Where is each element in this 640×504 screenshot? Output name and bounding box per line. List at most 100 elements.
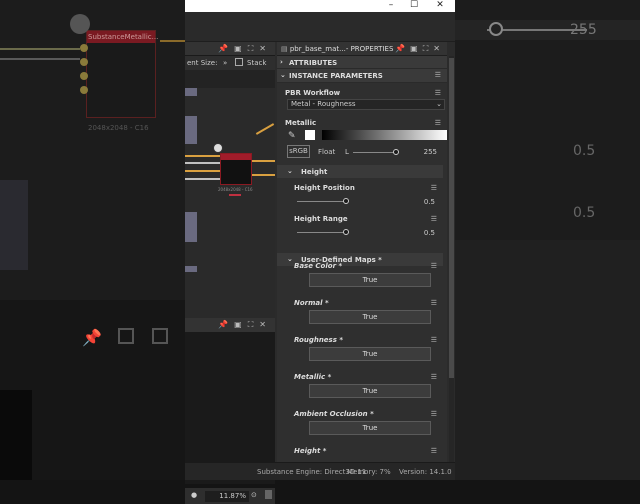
chevron-right-icon: › [280, 58, 283, 66]
color-swatch[interactable] [305, 130, 315, 140]
panel-controls-icon[interactable]: 📌▣⛶✕ [218, 320, 272, 330]
version-status: Version: 14.1.0 [399, 468, 452, 476]
graph-panel-header: 📌▣⛶✕ [185, 42, 275, 56]
height-range-label: Height Range [294, 215, 348, 223]
stack-icon[interactable] [235, 58, 243, 66]
memory-status: Memory: 7% [347, 468, 391, 476]
bg-wire [0, 58, 80, 60]
graph-wire [185, 170, 221, 172]
metallic-slider-track[interactable] [353, 152, 398, 153]
section-title: Height [301, 168, 328, 176]
properties-scrollbar[interactable] [449, 56, 454, 462]
graph-node[interactable] [185, 88, 197, 96]
l-label: L [345, 148, 349, 156]
zoom-field[interactable]: 11.87% [205, 491, 249, 502]
param-menu-icon[interactable]: ☰ [435, 89, 441, 97]
map-item: Ambient Occlusion * ☰ True [277, 410, 443, 447]
user-maps-list: Base Color * ☰ True Normal * ☰ True Roug… [277, 256, 443, 462]
bg-connector [80, 86, 88, 94]
param-menu-icon[interactable]: ☰ [431, 184, 437, 192]
stack-label[interactable]: Stack [247, 59, 266, 67]
metallic-slider-knob[interactable] [393, 149, 399, 155]
param-menu-icon[interactable]: ☰ [431, 410, 437, 418]
bg-node-label: SubstanceMetallic... [88, 33, 159, 41]
properties-header: ▤ pbr_base_mat...- PROPERTIES 📌▣⛶✕ [277, 42, 447, 56]
bg-lower [455, 240, 640, 480]
bg-connector [80, 58, 88, 66]
map-toggle-button[interactable]: True [309, 310, 431, 324]
eyedropper-icon[interactable]: ✎ [288, 131, 296, 141]
float-label[interactable]: Float [318, 148, 335, 156]
zoom-bar: ● 11.87% ⊙ [185, 488, 275, 504]
pbr-workflow-label: PBR Workflow [285, 89, 341, 97]
height-position-knob[interactable] [343, 198, 349, 204]
map-toggle-button[interactable]: True [309, 421, 431, 435]
background-right: 255 0.5 0.5 [455, 0, 640, 480]
map-label: Normal * [294, 299, 329, 307]
graph-wire [185, 162, 221, 164]
more-icon[interactable]: » [223, 59, 227, 67]
height-position-track[interactable] [297, 201, 347, 202]
bg-maximize-icon [152, 328, 168, 344]
bg-slider-knob [489, 22, 503, 36]
param-menu-icon[interactable]: ☰ [431, 373, 437, 381]
menu-icon[interactable]: ☰ [435, 71, 441, 79]
pbr-workflow-select[interactable]: Metal - Roughness ⌄ [287, 99, 445, 110]
srgb-toggle[interactable]: sRGB [287, 145, 310, 158]
height-position-value[interactable]: 0.5 [424, 198, 435, 206]
section-instance-parameters[interactable]: ⌄ INSTANCE PARAMETERS ☰ [277, 69, 447, 83]
bg-checker-icon [70, 14, 90, 34]
graph-wire [255, 123, 275, 135]
graph-canvas[interactable]: 2048x2048 - C16 [185, 88, 275, 318]
height-range-track[interactable] [297, 232, 347, 233]
map-label: Metallic * [294, 373, 332, 381]
close-button[interactable]: ✕ [429, 0, 451, 12]
param-menu-icon[interactable]: ☰ [431, 299, 437, 307]
select-value: Metal - Roughness [291, 100, 356, 108]
graph-footer: 📌▣⛶✕ [185, 318, 275, 332]
maximize-button[interactable]: ☐ [403, 0, 425, 12]
map-toggle-button[interactable]: True [309, 347, 431, 361]
param-menu-icon[interactable]: ☰ [435, 119, 441, 127]
param-menu-icon[interactable]: ☰ [431, 447, 437, 455]
height-body: Height Position ☰ 0.5 Height Range ☰ 0.5 [277, 178, 443, 240]
chevron-down-icon: ⌄ [287, 167, 293, 175]
metallic-value[interactable]: 255 [424, 148, 437, 156]
zoom-dot-icon[interactable]: ● [191, 491, 197, 499]
section-height[interactable]: ⌄ Height [277, 165, 443, 178]
selected-node[interactable] [220, 153, 252, 185]
param-menu-icon[interactable]: ☰ [431, 262, 437, 270]
bg-node-res: 2048x2048 - C16 [88, 124, 149, 132]
node-resolution: 2048x2048 - C16 [218, 187, 253, 192]
graph-toolbar: ent Size: » Stack [185, 56, 275, 70]
bg-value-top: 255 [570, 22, 597, 38]
properties-title: pbr_base_mat...- PROPERTIES [289, 45, 394, 53]
map-label: Ambient Occlusion * [294, 410, 374, 418]
minimize-button[interactable]: – [380, 0, 402, 12]
graph-node[interactable] [185, 116, 197, 144]
map-label: Base Color * [294, 262, 343, 270]
height-range-value[interactable]: 0.5 [424, 229, 435, 237]
bg-float-icon [118, 328, 134, 344]
zoom-reset-icon[interactable]: ⊙ [251, 491, 257, 499]
graph-node[interactable] [185, 212, 197, 242]
graph-wire [185, 155, 221, 157]
panel-controls-icon[interactable]: 📌▣⛶✕ [218, 44, 272, 54]
scrollbar-thumb[interactable] [449, 58, 454, 378]
panel-controls-icon[interactable]: 📌▣⛶✕ [395, 44, 445, 54]
param-menu-icon[interactable]: ☰ [431, 336, 437, 344]
app-window: – ☐ ✕ 📌▣⛶✕ ent Size: » Stack 2048x2048 -… [185, 0, 455, 504]
graph-node[interactable] [185, 266, 197, 272]
map-toggle-button[interactable]: True [309, 273, 431, 287]
param-menu-icon[interactable]: ☰ [431, 215, 437, 223]
map-item: Normal * ☰ True [277, 299, 443, 336]
chevron-down-icon: ⌄ [436, 100, 442, 108]
section-attributes[interactable]: › ATTRIBUTES [277, 56, 447, 69]
gradient-bar[interactable] [322, 130, 447, 140]
bg-connector [80, 44, 88, 52]
map-toggle-button[interactable]: True [309, 384, 431, 398]
checker-icon[interactable] [213, 143, 223, 153]
lock-icon[interactable] [265, 490, 272, 499]
title-bar: – ☐ ✕ [185, 0, 455, 12]
height-range-knob[interactable] [343, 229, 349, 235]
